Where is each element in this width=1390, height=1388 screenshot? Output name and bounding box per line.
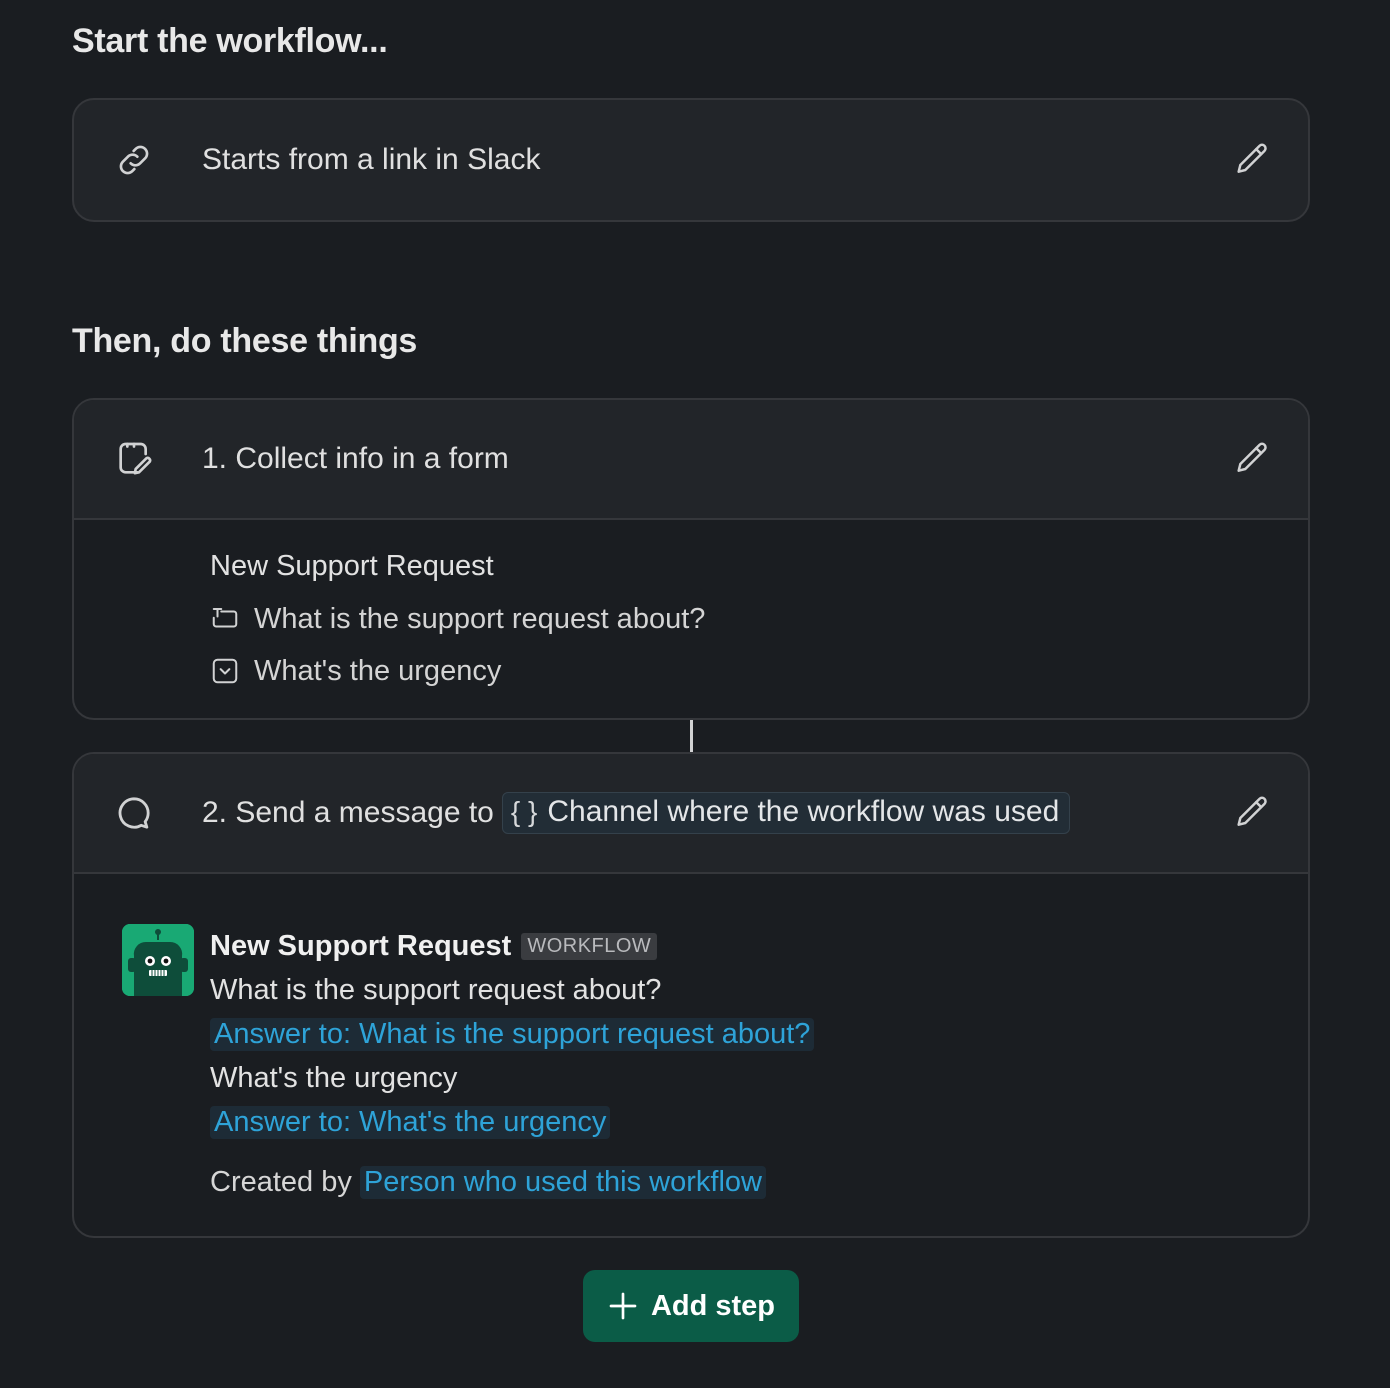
text-field-icon [212,608,238,628]
add-step-label: Add step [650,1289,776,1322]
then-section-title: Then, do these things [72,322,418,360]
pencil-icon[interactable] [1232,793,1272,833]
message-content: New Support Request WORKFLOW What is the… [210,924,1260,1204]
form-field-label: What's the urgency [254,654,502,687]
form-field-label: What is the support request about? [254,602,706,635]
step-connector [690,720,693,752]
step-label-row: 2. Send a message to { } Channel where t… [202,792,1071,834]
question-text: What is the support request about? [210,973,662,1006]
form-title: New Support Request [210,550,494,582]
trigger-label: Starts from a link in Slack [202,143,541,176]
step-header: 1. Collect info in a form [74,400,1308,520]
robot-avatar-icon [122,924,194,996]
app-badge: WORKFLOW [521,932,658,960]
channel-variable-label: Channel where the workflow was used [547,795,1060,828]
step-card-collect-form[interactable]: 1. Collect info in a form New Support Re… [72,398,1310,720]
braces-icon: { } [510,796,538,827]
start-section-title: Start the workflow... [72,22,388,60]
link-icon [119,145,149,175]
step-header: 2. Send a message to { } Channel where t… [74,754,1308,874]
form-preview: New Support Request What is the support … [210,550,705,697]
pencil-icon[interactable] [1232,140,1272,180]
plus-icon [609,1292,637,1320]
add-step-button[interactable]: Add step [583,1270,799,1342]
pencil-icon[interactable] [1232,439,1272,479]
person-variable-chip[interactable]: Person who used this workflow [359,1165,766,1199]
message-header: New Support Request WORKFLOW [210,924,1260,968]
created-by-label: Created by [210,1165,352,1198]
form-icon [119,442,152,475]
step-label: 1. Collect info in a form [202,442,509,475]
message-bubble-icon [118,797,150,829]
question-text: What's the urgency [210,1061,458,1094]
channel-variable-chip[interactable]: { } Channel where the workflow was used [501,792,1071,834]
form-field: What's the urgency [210,645,705,697]
sender-name: New Support Request [210,929,512,962]
answer-variable-chip[interactable]: Answer to: What's the urgency [210,1105,611,1139]
created-by-row: Created by Person who used this workflow [210,1160,1260,1204]
workflow-builder: Start the workflow... Starts from a link… [0,0,1390,1388]
answer-row: Answer to: What's the urgency [210,1100,1260,1144]
answer-row: Answer to: What is the support request a… [210,1012,1260,1056]
step-label: 2. Send a message to [202,796,494,829]
trigger-card[interactable]: Starts from a link in Slack [72,98,1310,222]
answer-variable-chip[interactable]: Answer to: What is the support request a… [210,1017,815,1051]
dropdown-field-icon [212,658,238,684]
form-field: What is the support request about? [210,593,705,645]
step-card-send-message[interactable]: 2. Send a message to { } Channel where t… [72,752,1310,1238]
